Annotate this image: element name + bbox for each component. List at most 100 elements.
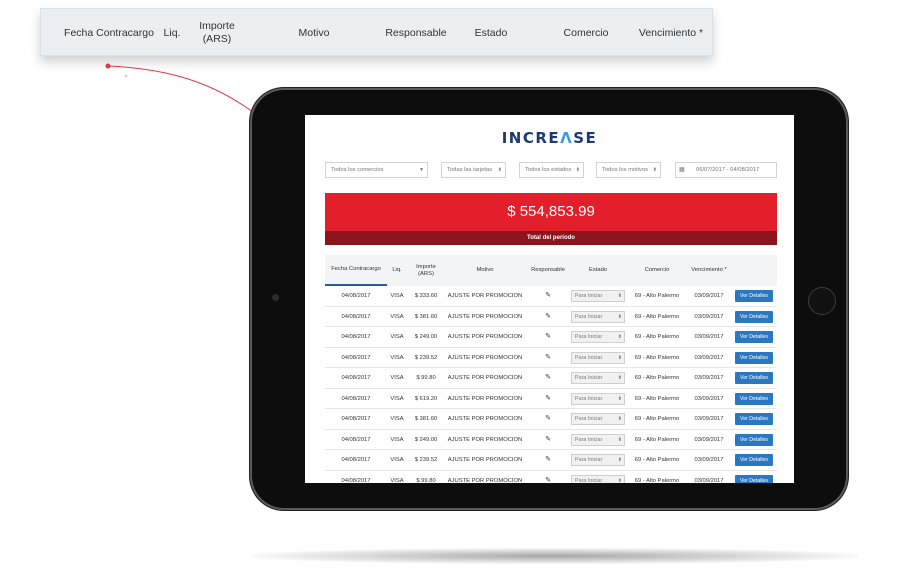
edit-pencil-icon[interactable]: ✎ [527,389,569,409]
cell-vencimiento: 03/09/2017 [694,395,724,402]
edit-pencil-icon[interactable]: ✎ [527,409,569,429]
ver-detalles-button[interactable]: Ver Detalles [735,351,773,364]
filter-comercios-value: Todos los comercios [331,167,384,173]
table-body: 04/08/2017 VISA $ 333.60 AJUSTE POR PROM… [325,286,777,483]
cell-importe: $ 99.80 [416,375,436,381]
estado-select[interactable]: Para Iniciar ⬍ [571,331,625,343]
estado-select[interactable]: Para Iniciar ⬍ [571,392,625,405]
cell-vencimiento: 03/09/2017 [694,436,724,443]
filter-comercios-select[interactable]: Todos los comercios ▼ [325,162,428,178]
cell-motivo: AJUSTE POR PROMOCION [447,354,523,361]
ver-detalles-button[interactable]: Ver Detalles [735,310,773,323]
cell-motivo: AJUSTE POR PROMOCION [447,375,523,381]
header-motivo[interactable]: Motivo [447,255,523,286]
date-range-input[interactable]: ▦ 06/07/2017 - 04/08/2017 [675,162,777,178]
brand-logo: INCREΛSE [305,129,794,147]
chevron-updown-icon: ⬍ [617,457,622,463]
cell-importe: $ 381.60 [414,416,438,422]
header-liq[interactable]: Liq. [387,255,407,286]
header-fecha[interactable]: Fecha Contracargo [325,255,387,286]
filter-tarjetas-value: Todas las tarjetas [447,167,493,173]
estado-select[interactable]: Para Iniciar ⬍ [571,413,625,425]
cell-fecha: 04/08/2017 [341,313,371,320]
logo-accent: Λ [560,129,574,147]
chevron-updown-icon: ⬍ [575,167,580,173]
cell-fecha: 04/08/2017 [341,436,371,443]
header-responsable[interactable]: Responsable [527,255,569,286]
date-range-value: 06/07/2017 - 04/08/2017 [696,167,760,173]
ver-detalles-button[interactable]: Ver Detalles [735,413,773,425]
filter-estados-value: Todos los estados [525,167,572,173]
filter-motivos-select[interactable]: Todos los motivos ⬍ [596,162,661,178]
header-estado[interactable]: Estado [571,255,625,286]
estado-select[interactable]: Para Iniciar ⬍ [571,454,625,466]
table-row: 04/08/2017 VISA $ 249.00 AJUSTE POR PROM… [325,327,777,348]
estado-select[interactable]: Para Iniciar ⬍ [571,372,625,384]
chevron-updown-icon: ⬍ [617,334,622,340]
table-row: 04/08/2017 VISA $ 381.60 AJUSTE POR PROM… [325,409,777,430]
ver-detalles-button[interactable]: Ver Detalles [735,290,773,302]
edit-pencil-icon[interactable]: ✎ [527,327,569,347]
estado-select[interactable]: Para Iniciar ⬍ [571,474,625,483]
edit-pencil-icon[interactable]: ✎ [527,348,569,368]
ver-detalles-button[interactable]: Ver Detalles [735,433,773,446]
table-row: 04/08/2017 VISA $ 619.20 AJUSTE POR PROM… [325,389,777,409]
cell-liq: VISA [390,477,404,484]
chevron-updown-icon: ⬍ [617,293,622,299]
chevron-updown-icon: ⬍ [617,395,622,402]
cell-importe: $ 249.00 [414,334,438,340]
filter-tarjetas-select[interactable]: Todas las tarjetas ⬍ [441,162,506,178]
edit-pencil-icon[interactable]: ✎ [527,430,569,450]
filter-motivos-value: Todos los motivos [602,167,649,173]
logo-part-right: SE [573,129,598,147]
cell-importe: $ 619.20 [414,395,438,402]
cell-fecha: 04/08/2017 [341,416,371,422]
edit-pencil-icon[interactable]: ✎ [527,450,569,470]
cell-motivo: AJUSTE POR PROMOCION [447,477,523,484]
table-row: 04/08/2017 VISA $ 99.80 AJUSTE POR PROMO… [325,368,777,389]
estado-value: Para Iniciar [575,457,603,463]
cell-importe: $ 381.60 [414,313,438,320]
cell-fecha: 04/08/2017 [341,334,371,340]
cell-liq: VISA [390,354,404,361]
chevron-updown-icon: ⬍ [617,416,622,422]
ver-detalles-button[interactable]: Ver Detalles [735,331,773,343]
chevron-updown-icon: ⬍ [617,436,622,443]
cell-comercio: 69 - Alto Palermo [634,313,680,320]
app-screen: INCREΛSE Todos los comercios ▼ Todas las… [305,115,794,483]
header-importe[interactable]: Importe (ARS) [409,255,443,286]
estado-select[interactable]: Para Iniciar ⬍ [571,433,625,446]
cell-liq: VISA [390,436,404,443]
connector-dot [105,63,111,69]
cell-vencimiento: 03/09/2017 [694,354,724,361]
ver-detalles-button[interactable]: Ver Detalles [735,474,773,483]
cell-liq: VISA [390,395,404,402]
filter-estados-select[interactable]: Todos los estados ⬍ [519,162,584,178]
ver-detalles-button[interactable]: Ver Detalles [735,392,773,405]
cell-motivo: AJUSTE POR PROMOCION [447,313,523,320]
cell-fecha: 04/08/2017 [341,477,371,484]
cell-vencimiento: 03/09/2017 [694,457,724,463]
cell-comercio: 69 - Alto Palermo [634,375,680,381]
cell-fecha: 04/08/2017 [341,354,371,361]
header-comercio[interactable]: Comercio [629,255,685,286]
estado-select[interactable]: Para Iniciar ⬍ [571,290,625,302]
estado-value: Para Iniciar [575,354,603,361]
edit-pencil-icon[interactable]: ✎ [527,286,569,306]
edit-pencil-icon[interactable]: ✎ [527,368,569,388]
table-row: 04/08/2017 VISA $ 99.80 AJUSTE POR PROMO… [325,471,777,484]
header-vencimiento[interactable]: Vencimiento * [687,255,731,286]
estado-value: Para Iniciar [575,293,603,299]
ver-detalles-button[interactable]: Ver Detalles [735,372,773,384]
edit-pencil-icon[interactable]: ✎ [527,471,569,484]
cell-importe: $ 239.52 [414,354,438,361]
cell-importe: $ 249.00 [414,436,438,443]
cell-comercio: 69 - Alto Palermo [634,334,680,340]
edit-pencil-icon[interactable]: ✎ [527,307,569,327]
estado-select[interactable]: Para Iniciar ⬍ [571,310,625,323]
cell-fecha: 04/08/2017 [341,293,371,299]
home-button[interactable] [808,287,836,315]
cell-vencimiento: 03/09/2017 [694,416,724,422]
ver-detalles-button[interactable]: Ver Detalles [735,454,773,466]
estado-select[interactable]: Para Iniciar ⬍ [571,351,625,364]
